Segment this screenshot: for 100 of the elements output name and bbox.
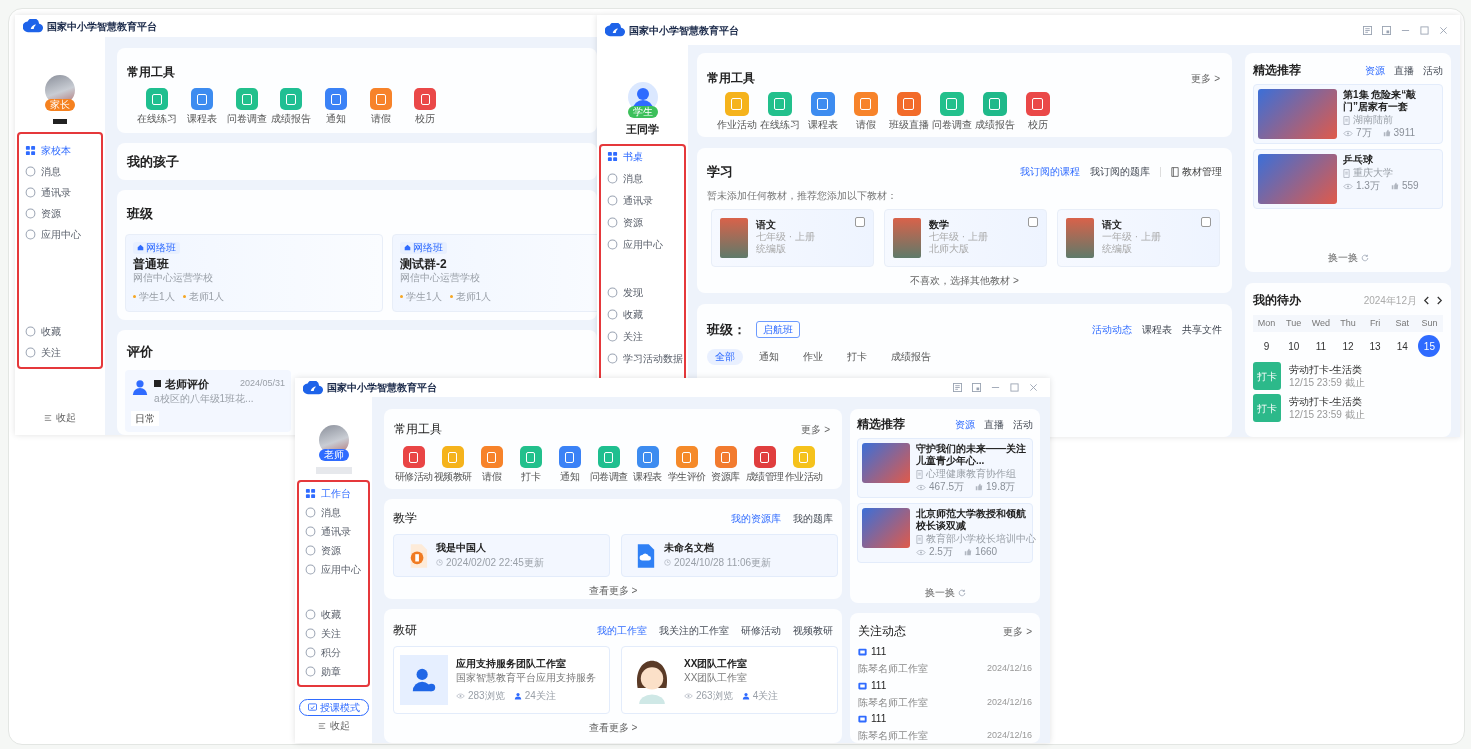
- more-link[interactable]: 更多 >: [801, 421, 830, 437]
- manage-button[interactable]: 教材管理: [1171, 164, 1222, 180]
- collapse-button[interactable]: 收起: [317, 718, 350, 733]
- nav-item[interactable]: 通讯录: [19, 182, 101, 203]
- tool-button[interactable]: 打卡: [511, 446, 550, 483]
- tab[interactable]: 我的资源库: [731, 510, 781, 526]
- filter-chip[interactable]: 打卡: [839, 348, 875, 365]
- studio-card[interactable]: XX团队工作室 XX团队工作室 263浏览 4关注: [621, 646, 838, 714]
- file-card[interactable]: 未命名文档 2024/10/28 11:06更新: [621, 534, 838, 577]
- class-card[interactable]: 网络班 普通班 网信中心运营学校 学生1人 老师1人: [125, 233, 383, 312]
- studio-card[interactable]: 应用支持服务团队工作室 国家智慧教育平台应用支持服务 283浏览 24关注: [393, 646, 610, 714]
- window-list-icon[interactable]: [953, 383, 962, 392]
- tool-button[interactable]: 通知: [550, 446, 589, 483]
- nav-item[interactable]: 工作台: [299, 484, 368, 503]
- tool-button[interactable]: 问卷调查: [224, 88, 270, 125]
- tool-button[interactable]: 通知: [313, 88, 359, 125]
- more-link[interactable]: 不喜欢，选择其他教材 >: [910, 272, 1019, 288]
- nav-item[interactable]: 资源: [299, 541, 368, 560]
- calendar-day[interactable]: 10: [1282, 335, 1305, 357]
- window-float-icon[interactable]: [1382, 25, 1391, 35]
- tool-button[interactable]: 课程表: [801, 92, 844, 131]
- evaluation-card[interactable]: 老师评价 2024/05/31 a校区的八年级1班花... 日常: [125, 369, 291, 432]
- tool-button[interactable]: 成绩报告: [973, 92, 1016, 131]
- feed-title[interactable]: 111: [871, 646, 887, 658]
- nav-item[interactable]: 应用中心: [299, 560, 368, 579]
- tool-button[interactable]: 课程表: [179, 88, 225, 125]
- nav-item[interactable]: 资源: [601, 211, 684, 234]
- tab[interactable]: 视频教研: [793, 622, 833, 638]
- nav-item[interactable]: 关注: [601, 325, 684, 348]
- nav-item[interactable]: 通讯录: [299, 522, 368, 541]
- feed-title[interactable]: 111: [871, 679, 887, 692]
- nav-item[interactable]: 勋章: [299, 662, 368, 681]
- checkbox[interactable]: [855, 216, 865, 227]
- refresh-button[interactable]: 换一换: [1327, 250, 1369, 264]
- file-card[interactable]: 我是中国人 2024/02/02 22:45更新: [393, 534, 610, 577]
- tool-button[interactable]: 研修活动: [394, 446, 433, 483]
- nav-item[interactable]: 应用中心: [19, 224, 101, 245]
- tab[interactable]: 我的题库: [793, 510, 833, 526]
- nav-item[interactable]: 消息: [19, 161, 101, 182]
- filter-chip[interactable]: 作业: [795, 348, 831, 365]
- tab[interactable]: 共享文件: [1182, 322, 1222, 338]
- resource-card[interactable]: 第1集 危险来“敲门”居家有一套 湖南陆前 7万 3911: [1253, 84, 1443, 144]
- nav-item[interactable]: 家校本: [19, 140, 101, 161]
- tool-button[interactable]: 校历: [1016, 92, 1059, 131]
- tab[interactable]: 我订阅的课程: [1020, 164, 1080, 180]
- filter-chip[interactable]: 全部: [707, 348, 743, 365]
- more-link[interactable]: 查看更多 >: [588, 720, 638, 735]
- tab[interactable]: 我关注的工作室: [659, 622, 729, 638]
- calendar-day[interactable]: 14: [1391, 335, 1414, 357]
- tab[interactable]: 活动: [1013, 416, 1033, 432]
- window-list-icon[interactable]: [1363, 25, 1372, 35]
- tool-button[interactable]: 资源库: [706, 446, 745, 483]
- tool-button[interactable]: 视频教研: [433, 446, 472, 483]
- calendar-day[interactable]: 9: [1255, 335, 1278, 357]
- more-link[interactable]: 查看更多 >: [588, 583, 638, 598]
- tool-button[interactable]: 课程表: [628, 446, 667, 483]
- tool-button[interactable]: 班级直播: [887, 92, 930, 131]
- chevron-left-icon[interactable]: [1423, 295, 1430, 305]
- textbook-card[interactable]: 语文 七年级 · 上册 统编版: [711, 208, 874, 267]
- todo-title[interactable]: 劳动打卡-生活类: [1289, 395, 1365, 408]
- nav-item[interactable]: 积分: [299, 643, 368, 662]
- checkbox[interactable]: [1028, 216, 1038, 227]
- tool-button[interactable]: 作业活动: [784, 446, 823, 483]
- resource-card[interactable]: 乒乓球 重庆大学 1.3万 559: [1253, 149, 1443, 209]
- tab[interactable]: 直播: [1394, 62, 1414, 78]
- calendar-day[interactable]: 12: [1337, 335, 1359, 357]
- tool-button[interactable]: 成绩报告: [269, 88, 314, 125]
- tool-button[interactable]: 作业活动: [715, 92, 758, 131]
- calendar-day[interactable]: 13: [1364, 335, 1387, 357]
- tab[interactable]: 课程表: [1142, 322, 1172, 338]
- tool-button[interactable]: 在线练习: [758, 92, 801, 131]
- tab[interactable]: 活动动态: [1092, 322, 1132, 338]
- resource-card[interactable]: 守护我们的未来——关注儿童青少年心... 心理健康教育协作组 467.5万 19.8万: [857, 438, 1033, 498]
- tool-button[interactable]: 问卷调查: [589, 446, 628, 483]
- nav-item[interactable]: 消息: [299, 503, 368, 522]
- nav-item[interactable]: 学习活动数据: [601, 347, 684, 370]
- nav-item[interactable]: 关注: [19, 342, 101, 363]
- nav-item[interactable]: 收藏: [601, 303, 684, 326]
- calendar-day[interactable]: 11: [1309, 335, 1332, 357]
- tab[interactable]: 我订阅的题库: [1090, 164, 1150, 180]
- nav-item[interactable]: 书桌: [601, 145, 684, 168]
- tab[interactable]: 资源: [955, 416, 975, 432]
- window-float-icon[interactable]: [972, 383, 981, 392]
- class-card[interactable]: 网络班 测试群-2 网信中心运营学校 学生1人 老师1人: [392, 233, 597, 312]
- checkbox[interactable]: [1201, 216, 1211, 227]
- filter-chip[interactable]: 通知: [751, 348, 787, 365]
- tab[interactable]: 研修活动: [741, 622, 781, 638]
- nav-item[interactable]: 发现: [601, 281, 684, 304]
- tool-button[interactable]: 学生评价: [667, 446, 706, 483]
- tab[interactable]: 活动: [1423, 62, 1443, 78]
- todo-title[interactable]: 劳动打卡-生活类: [1289, 363, 1365, 376]
- more-link[interactable]: 更多 >: [1191, 70, 1220, 86]
- nav-item[interactable]: 收藏: [299, 605, 368, 624]
- close-icon[interactable]: [1029, 383, 1038, 392]
- nav-item[interactable]: 消息: [601, 167, 684, 190]
- chevron-right-icon[interactable]: [1436, 295, 1443, 305]
- close-icon[interactable]: [1439, 25, 1448, 35]
- maximize-icon[interactable]: [1420, 25, 1429, 35]
- calendar-day[interactable]: 15: [1418, 335, 1441, 357]
- maximize-icon[interactable]: [1010, 383, 1019, 392]
